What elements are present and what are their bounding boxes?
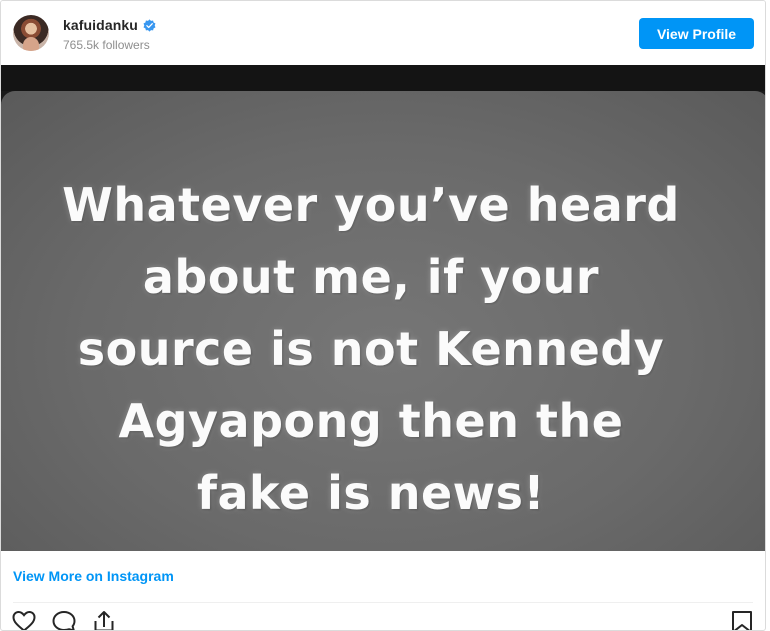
view-profile-button[interactable]: View Profile [639,18,754,49]
quote-line: source is not Kennedy [77,322,665,376]
instagram-embed: kafuidanku 765.5k followers View Profile… [0,0,766,631]
footer-divider [13,602,753,603]
quote-line: Agyapong then the [118,394,624,448]
quote-line: Whatever you’ve heard [62,178,680,232]
bookmark-icon[interactable] [731,611,753,631]
username[interactable]: kafuidanku [63,17,138,33]
image-quote-text: Whatever you’ve heard about me, if your … [21,169,721,529]
user-block: kafuidanku 765.5k followers [63,16,156,52]
profile-avatar[interactable] [13,15,49,51]
view-more-link[interactable]: View More on Instagram [13,568,174,584]
quote-line: fake is news! [196,466,546,520]
verified-badge-icon [143,18,156,32]
post-image[interactable]: Whatever you’ve heard about me, if your … [1,65,765,551]
quote-line: about me, if your [142,250,600,304]
share-icon[interactable] [91,609,117,631]
heart-icon[interactable] [11,609,37,631]
image-top-band [1,65,765,91]
username-row: kafuidanku [63,16,156,34]
follower-count: 765.5k followers [63,38,150,52]
comment-icon[interactable] [51,609,77,631]
action-bar [11,609,117,631]
avatar-figure [23,37,39,51]
post-header: kafuidanku 765.5k followers View Profile [1,1,765,65]
